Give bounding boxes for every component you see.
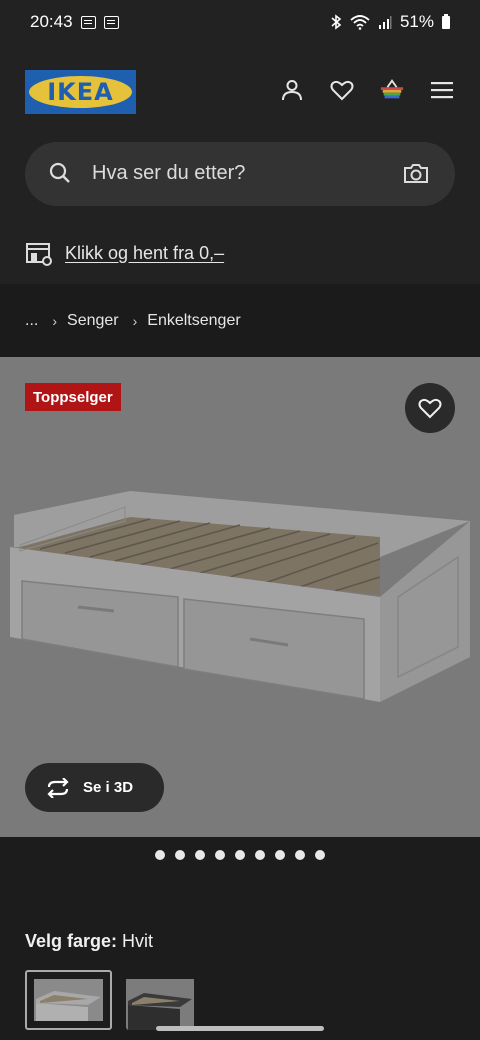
color-swatches: [25, 970, 213, 1030]
search-input[interactable]: Hva ser du etter?: [92, 162, 245, 185]
view-3d-label: Se i 3D: [83, 779, 134, 796]
carousel-dot[interactable]: [235, 850, 245, 860]
carousel-dots: [0, 850, 480, 860]
click-collect-link[interactable]: Klikk og hent fra 0,–: [25, 240, 224, 266]
search-bar[interactable]: Hva ser du etter?: [25, 142, 455, 206]
notification-icon-2: [103, 15, 119, 29]
color-picker-title: Velg farge: Hvit: [25, 931, 153, 952]
carousel-dot[interactable]: [295, 850, 305, 860]
account-icon[interactable]: [280, 78, 304, 102]
battery-percent: 51%: [399, 12, 434, 31]
carousel-dot[interactable]: [255, 850, 265, 860]
swatch-white[interactable]: [25, 970, 112, 1030]
carousel-dot[interactable]: [215, 850, 225, 860]
carousel-dot[interactable]: [175, 850, 185, 860]
store-pickup-icon: [26, 243, 52, 266]
home-indicator[interactable]: [156, 1026, 324, 1031]
logo-oval: IKEA: [29, 76, 132, 108]
carousel-dot[interactable]: [315, 850, 325, 860]
header-icons: [280, 78, 454, 102]
carousel-dot[interactable]: [195, 850, 205, 860]
site-header: IKEA Hva ser du etter? Klikk og hent fra…: [0, 44, 480, 284]
status-bar: 20:43 51%: [0, 0, 480, 44]
cart-icon[interactable]: [380, 78, 404, 102]
clock: 20:43: [30, 12, 73, 31]
carousel-dot[interactable]: [275, 850, 285, 860]
color-picker-label: Velg farge:: [25, 931, 118, 951]
camera-icon[interactable]: [403, 161, 429, 185]
menu-icon[interactable]: [430, 78, 454, 102]
swatch-black-image: [126, 979, 194, 1030]
rotate-3d-icon: [47, 777, 69, 798]
logo-text: IKEA: [47, 78, 114, 106]
heart-icon: [418, 398, 442, 419]
breadcrumb: ... › Senger › Enkeltsenger: [0, 284, 480, 357]
swatch-white-bed: [36, 991, 101, 1021]
status-left: 20:43: [30, 12, 119, 32]
chevron-right-icon: ›: [52, 312, 58, 329]
topseller-badge: Toppselger: [25, 383, 121, 411]
wifi-icon: [350, 15, 370, 30]
chevron-right-icon: ›: [132, 312, 138, 329]
notification-icon: [80, 15, 96, 29]
view-3d-button[interactable]: Se i 3D: [25, 763, 164, 812]
product-image-bed: [10, 491, 470, 702]
ikea-logo[interactable]: IKEA: [25, 70, 136, 114]
search-icon[interactable]: [49, 162, 71, 184]
favorite-button[interactable]: [405, 383, 455, 433]
status-right: 51%: [330, 12, 450, 32]
heart-icon[interactable]: [330, 78, 354, 102]
battery-icon: [442, 13, 450, 29]
signal-icon: [378, 16, 392, 29]
swatch-black-bed: [128, 993, 192, 1030]
product-image-carousel[interactable]: Toppselger Se i 3D: [0, 357, 480, 837]
swatch-white-image: [34, 979, 103, 1021]
bluetooth-icon: [331, 14, 342, 30]
click-collect-label[interactable]: Klikk og hent fra 0,–: [65, 243, 224, 264]
breadcrumb-senger[interactable]: Senger: [67, 312, 119, 330]
breadcrumb-enkeltsenger[interactable]: Enkeltsenger: [147, 312, 240, 330]
carousel-dot[interactable]: [155, 850, 165, 860]
selected-color: Hvit: [122, 931, 154, 951]
swatch-black[interactable]: [126, 970, 213, 1030]
breadcrumb-ellipsis[interactable]: ...: [25, 312, 38, 330]
